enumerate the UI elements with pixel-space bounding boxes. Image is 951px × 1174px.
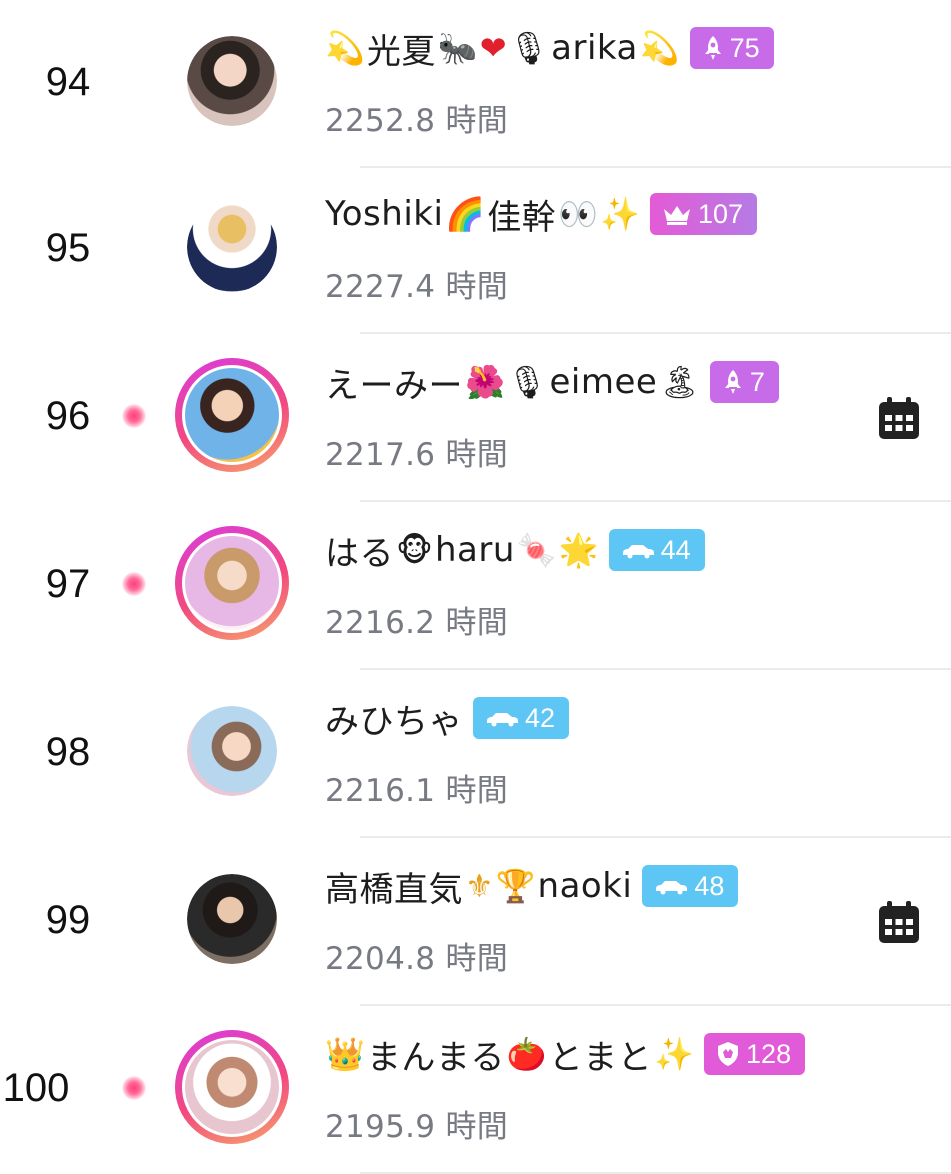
avatar[interactable] [187, 36, 277, 126]
eyes-emoji-icon: 👀 [558, 195, 599, 233]
sparkles-emoji-icon: ✨ [600, 195, 640, 233]
ant-emoji-icon: 🐜 [437, 29, 478, 67]
trophy-emoji-icon: 🏆 [495, 867, 536, 905]
avatar[interactable] [175, 1030, 289, 1144]
shield-icon [718, 1042, 739, 1066]
rank-number: 98 [45, 730, 91, 774]
avatar[interactable] [187, 706, 277, 796]
ranking-row[interactable]: 97 はる 🐵 haru 🍬 🌟 44 2216.2 時間 [0, 502, 951, 670]
heart-emoji-icon: ❤ [479, 29, 507, 67]
user-name: みひちゃ 42 [325, 696, 570, 742]
level-badge: 107 [649, 193, 757, 235]
user-name: 💫 光夏 🐜 ❤ 🎙 arika 💫 75 [325, 26, 774, 72]
level-badge: 44 [608, 529, 705, 571]
user-name: Yoshiki 🌈 佳幹 👀 ✨ 107 [325, 192, 757, 238]
rank-number: 97 [45, 562, 91, 606]
ranking-list: 94 💫 光夏 🐜 ❤ 🎙 arika 💫 75 2252.8 時間 95 Yo… [0, 0, 951, 1174]
user-name: はる 🐵 haru 🍬 🌟 44 [325, 528, 705, 574]
rank-number: 94 [45, 60, 91, 104]
hours-text: 2216.1 時間 [325, 773, 509, 809]
hours-text: 2217.6 時間 [325, 437, 509, 473]
dizzy-emoji-icon: 💫 [325, 29, 365, 67]
ranking-row[interactable]: 98 みひちゃ 42 2216.1 時間 [0, 670, 951, 838]
level-badge: 128 [704, 1033, 806, 1075]
island-emoji-icon: 🏝 [659, 363, 700, 401]
dizzy-emoji-icon: 💫 [639, 29, 680, 67]
ranking-row[interactable]: 94 💫 光夏 🐜 ❤ 🎙 arika 💫 75 2252.8 時間 [0, 0, 951, 168]
car-icon [656, 881, 688, 895]
rocket-icon [724, 370, 741, 394]
hours-text: 2216.2 時間 [325, 605, 509, 641]
sparkles-emoji-icon: ✨ [654, 1035, 695, 1073]
hours-text: 2227.4 時間 [325, 269, 509, 305]
hibiscus-emoji-icon: 🌺 [465, 363, 505, 401]
live-indicator [122, 1076, 146, 1100]
user-name: 👑 まんまる 🍅 とまと ✨ 128 [325, 1032, 806, 1078]
rocket-icon [704, 36, 721, 60]
rainbow-emoji-icon: 🌈 [445, 195, 486, 233]
rank-number: 100 [2, 1066, 70, 1110]
avatar[interactable] [175, 526, 289, 640]
level-badge: 42 [473, 697, 570, 739]
ranking-row[interactable]: 99 高橋直気 ⚜ 🏆 naoki 48 2204.8 時間 [0, 838, 951, 1006]
avatar[interactable] [187, 202, 277, 292]
level-badge: 48 [642, 865, 739, 907]
hours-text: 2252.8 時間 [325, 103, 509, 139]
calendar-icon[interactable] [876, 395, 922, 441]
calendar-icon[interactable] [876, 899, 922, 945]
hours-text: 2195.9 時間 [325, 1109, 509, 1145]
glowing-star-emoji-icon: 🌟 [558, 531, 599, 569]
crown-emoji-icon: 👑 [325, 1035, 365, 1073]
crown-icon [663, 206, 690, 225]
rank-number: 96 [45, 394, 91, 438]
level-badge: 7 [709, 361, 779, 403]
ranking-row[interactable]: 100 👑 まんまる 🍅 とまと ✨ 128 2195.9 時間 [0, 1006, 951, 1174]
user-name: えーみー 🌺 🎙 eimee 🏝 7 [325, 360, 779, 406]
car-icon [487, 713, 518, 727]
rank-number: 95 [45, 226, 91, 270]
avatar[interactable] [175, 358, 289, 472]
hours-text: 2204.8 時間 [325, 941, 509, 977]
rank-number: 99 [45, 898, 91, 942]
live-indicator [122, 572, 146, 596]
live-indicator [122, 404, 146, 428]
monkey-emoji-icon: 🐵 [396, 531, 433, 569]
candy-emoji-icon: 🍬 [516, 531, 557, 569]
avatar[interactable] [187, 874, 277, 964]
car-icon [622, 545, 654, 559]
ranking-row[interactable]: 95 Yoshiki 🌈 佳幹 👀 ✨ 107 2227.4 時間 [0, 166, 951, 334]
ranking-row[interactable]: 96 えーみー 🌺 🎙 eimee 🏝 7 2217.6 時間 [0, 334, 951, 502]
tomato-emoji-icon: 🍅 [506, 1035, 547, 1073]
level-badge: 75 [689, 27, 774, 69]
fleur-de-lis-emoji-icon: ⚜ [465, 867, 494, 905]
microphone-emoji-icon: 🎙 [506, 363, 548, 401]
user-name: 高橋直気 ⚜ 🏆 naoki 48 [325, 864, 739, 910]
microphone-emoji-icon: 🎙 [508, 29, 550, 67]
